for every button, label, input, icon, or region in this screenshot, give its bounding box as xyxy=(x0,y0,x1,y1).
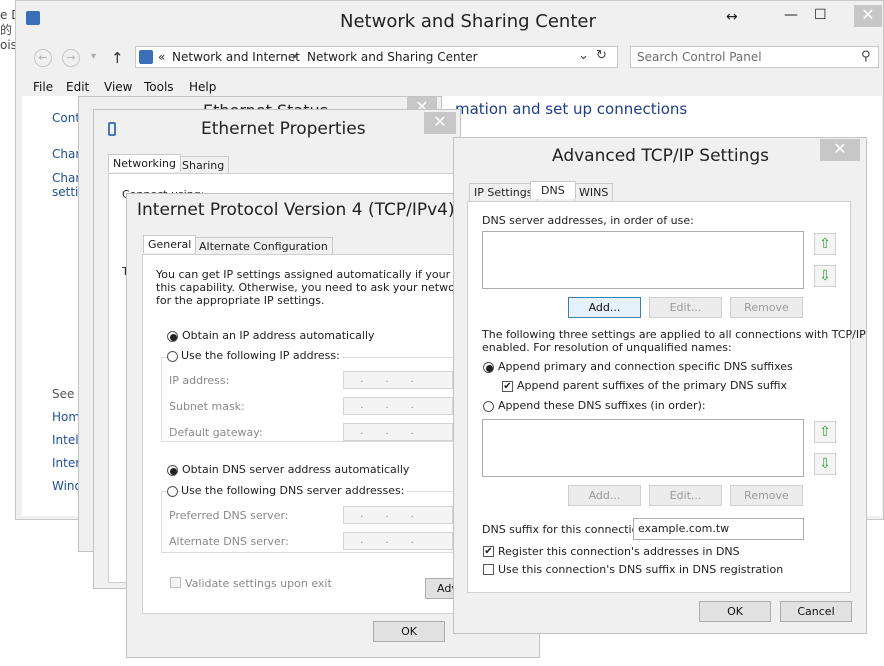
dns-servers-list[interactable] xyxy=(482,231,804,289)
validate-settings-checkbox[interactable] xyxy=(170,577,181,588)
breadcrumb-separator-icon: ▸ xyxy=(293,51,299,62)
menu-edit[interactable]: Edit xyxy=(66,80,89,94)
obtain-dns-auto-label[interactable]: Obtain DNS server address automatically xyxy=(182,463,409,476)
append-primary-radio[interactable] xyxy=(483,362,494,373)
settings-note: The following three settings are applied… xyxy=(482,328,866,354)
ipv4-description: You can get IP settings assigned automat… xyxy=(156,268,499,307)
tab-general[interactable]: General xyxy=(143,235,197,253)
minimize-button[interactable]: — xyxy=(784,7,798,23)
ethernet-properties-close-button[interactable]: ✕ xyxy=(424,112,456,134)
move-down-icon[interactable]: ⇩ xyxy=(814,265,836,287)
append-parent-checkbox[interactable]: ✔ xyxy=(502,381,513,392)
search-box[interactable]: Search Control Panel ⚲ xyxy=(630,46,879,68)
ethernet-properties-title: Ethernet Properties xyxy=(201,119,366,139)
see-also-homegroup[interactable]: Hom xyxy=(52,410,80,424)
address-bar[interactable]: « Network and Internet ▸ Network and Sha… xyxy=(135,46,618,68)
breadcrumb-overflow-icon[interactable]: « xyxy=(158,50,165,64)
ipv4-title: Internet Protocol Version 4 (TCP/IPv4) xyxy=(137,200,455,220)
tab-dns[interactable]: DNS xyxy=(530,181,576,199)
search-icon[interactable]: ⚲ xyxy=(861,49,871,64)
sidebar-link-control-panel[interactable]: Cont xyxy=(52,111,80,125)
control-panel-icon xyxy=(139,50,153,64)
default-gateway-label: Default gateway: xyxy=(169,426,263,439)
see-also-internet-options[interactable]: Intel xyxy=(52,433,79,447)
sidebar-link-change-sharing[interactable]: Char xyxy=(52,171,80,185)
window-title: Network and Sharing Center xyxy=(340,11,596,32)
breadcrumb-network-sharing[interactable]: Network and Sharing Center xyxy=(307,50,478,64)
recent-pages-icon[interactable]: ▾ xyxy=(91,51,96,62)
menu-file[interactable]: File xyxy=(33,80,53,94)
tab-sharing[interactable]: Sharing xyxy=(177,156,230,174)
validate-settings-label[interactable]: Validate settings upon exit xyxy=(185,577,332,590)
close-button[interactable]: ✕ xyxy=(854,5,882,27)
default-gateway-field[interactable]: ... xyxy=(343,423,453,441)
use-following-ip-label[interactable]: Use the following IP address: xyxy=(181,349,343,362)
tab-alternate-configuration[interactable]: Alternate Configuration xyxy=(194,237,333,255)
obtain-ip-auto-label[interactable]: Obtain an IP address automatically xyxy=(182,329,375,342)
sidebar-link-change-adapter[interactable]: Char xyxy=(52,147,80,161)
alternate-dns-label: Alternate DNS server: xyxy=(169,535,289,548)
back-button[interactable]: ← xyxy=(34,49,52,67)
breadcrumb-network-internet[interactable]: Network and Internet xyxy=(172,50,300,64)
menu-view[interactable]: View xyxy=(104,80,132,94)
dns-remove-button[interactable]: Remove xyxy=(730,297,803,318)
suffix-add-button[interactable]: Add... xyxy=(568,485,641,506)
subnet-mask-field[interactable]: ... xyxy=(343,397,453,415)
preferred-dns-label: Preferred DNS server: xyxy=(169,509,289,522)
append-parent-label[interactable]: Append parent suffixes of the primary DN… xyxy=(517,379,787,392)
up-icon[interactable]: ↑ xyxy=(111,49,124,67)
dns-suffixes-list[interactable] xyxy=(482,419,804,477)
use-following-dns-radio[interactable] xyxy=(167,486,178,497)
subnet-mask-label: Subnet mask: xyxy=(169,400,245,413)
dns-suffix-label: DNS suffix for this connection: xyxy=(482,523,650,536)
menu-tools[interactable]: Tools xyxy=(144,80,174,94)
search-input[interactable]: Search Control Panel xyxy=(637,50,762,64)
use-following-dns-label[interactable]: Use the following DNS server addresses: xyxy=(181,484,408,497)
forward-button[interactable]: → xyxy=(62,49,80,67)
append-primary-label[interactable]: Append primary and connection specific D… xyxy=(498,360,793,373)
append-these-radio[interactable] xyxy=(483,401,494,412)
suffix-move-down-icon[interactable]: ⇩ xyxy=(814,453,836,475)
tab-ip-settings[interactable]: IP Settings xyxy=(469,183,538,201)
ip-address-label: IP address: xyxy=(169,374,230,387)
register-label[interactable]: Register this connection's addresses in … xyxy=(498,545,740,558)
obtain-dns-auto-radio[interactable] xyxy=(167,465,178,476)
alternate-dns-field[interactable]: ... xyxy=(343,532,453,550)
register-checkbox[interactable]: ✔ xyxy=(483,546,494,557)
advanced-ok-button[interactable]: OK xyxy=(699,601,771,622)
preferred-dns-field[interactable]: ... xyxy=(343,506,453,524)
tab-wins[interactable]: WINS xyxy=(574,183,614,201)
use-suffix-label[interactable]: Use this connection's DNS suffix in DNS … xyxy=(498,563,783,576)
use-following-ip-radio[interactable] xyxy=(167,351,178,362)
network-window-icon xyxy=(26,11,40,25)
advanced-tcpip-window: Advanced TCP/IP Settings ✕ IP Settings D… xyxy=(453,137,867,634)
obtain-ip-auto-radio[interactable] xyxy=(167,331,178,342)
dns-suffix-input[interactable]: example.com.tw xyxy=(633,518,804,540)
advanced-tcpip-close-button[interactable]: ✕ xyxy=(820,139,860,161)
maximize-button[interactable]: ☐ xyxy=(814,7,827,23)
suffix-move-up-icon[interactable]: ⇧ xyxy=(814,421,836,443)
move-up-icon[interactable]: ⇧ xyxy=(814,233,836,255)
suffix-edit-button[interactable]: Edit... xyxy=(649,485,722,506)
dns-add-button[interactable]: Add... xyxy=(568,297,641,318)
ipv4-ok-button[interactable]: OK xyxy=(373,621,445,642)
suffix-remove-button[interactable]: Remove xyxy=(730,485,803,506)
menu-help[interactable]: Help xyxy=(189,80,216,94)
dns-edit-button[interactable]: Edit... xyxy=(649,297,722,318)
ip-address-field[interactable]: ... xyxy=(343,371,453,389)
address-dropdown-icon[interactable]: ⌄ xyxy=(578,48,589,63)
tab-networking[interactable]: Networking xyxy=(108,154,181,172)
advanced-cancel-button[interactable]: Cancel xyxy=(780,601,852,622)
refresh-icon[interactable]: ↻ xyxy=(596,48,607,63)
advanced-tcpip-title: Advanced TCP/IP Settings xyxy=(552,146,770,166)
ethernet-adapter-icon xyxy=(108,122,116,136)
append-these-label[interactable]: Append these DNS suffixes (in order): xyxy=(498,399,706,412)
see-also-infrared[interactable]: Inter xyxy=(52,456,80,470)
use-suffix-checkbox[interactable] xyxy=(483,564,494,575)
resize-icon[interactable]: ↔ xyxy=(726,9,738,25)
main-heading: mation and set up connections xyxy=(455,100,688,118)
dns-servers-label: DNS server addresses, in order of use: xyxy=(482,214,694,227)
